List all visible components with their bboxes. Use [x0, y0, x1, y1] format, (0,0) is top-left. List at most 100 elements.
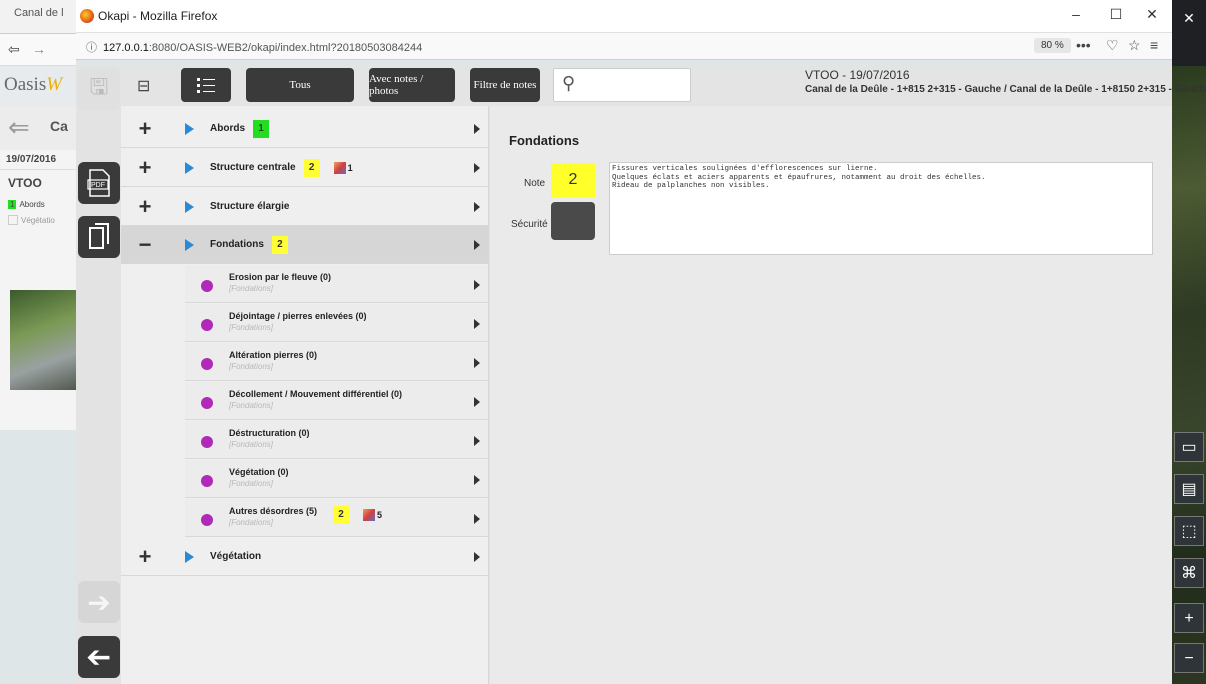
chevron-right-icon[interactable] [474, 239, 480, 250]
collapse-all-icon[interactable]: ⊟ [137, 76, 150, 96]
back-arrow-icon[interactable]: ⇦ [8, 41, 20, 58]
tree-item-structure-centrale[interactable]: + Structure centrale 2 1 [121, 149, 488, 187]
inspection-subtitle: Canal de la Deûle - 1+815 2+315 - Gauche… [805, 84, 1206, 95]
collapse-icon[interactable]: − [121, 232, 169, 258]
menu-icon[interactable]: ≡ [1150, 37, 1158, 53]
expand-icon[interactable]: + [121, 155, 169, 181]
map-comment-icon[interactable]: ▭ [1174, 432, 1204, 462]
subitem-parent: [Fondations] [229, 323, 274, 332]
chevron-right-icon[interactable] [474, 201, 480, 212]
subitem-erosion[interactable]: Erosion par le fleuve (0) [Fondations] [185, 265, 488, 303]
legend-vegetation: Végétatio [0, 213, 76, 227]
zoom-in-icon[interactable]: + [1174, 603, 1204, 633]
background-tab[interactable]: Canal de l [0, 0, 76, 34]
background-brand: OasisW [0, 66, 76, 106]
search-input[interactable]: ⚲ [553, 68, 691, 102]
note-badge: 1 [253, 119, 269, 138]
brand-text: Oasis [4, 74, 47, 95]
chevron-right-icon[interactable] [474, 123, 480, 134]
map-select-icon[interactable]: ⬚ [1174, 516, 1204, 546]
expand-icon[interactable]: + [121, 544, 169, 570]
filter-notes-button[interactable]: Filtre de notes [470, 68, 540, 102]
tree-item-label: Abords [210, 123, 245, 134]
chevron-right-icon[interactable] [474, 436, 480, 446]
subitem-label: Autres désordres (5) [229, 506, 318, 516]
back-button[interactable]: ➔ [78, 636, 120, 678]
expand-icon[interactable]: + [121, 116, 169, 142]
url-host: 127.0.0.1 [103, 42, 149, 54]
chevron-right-icon[interactable] [474, 358, 480, 368]
forward-arrow-icon[interactable]: → [32, 41, 46, 57]
chevron-right-icon[interactable] [474, 319, 480, 329]
play-icon[interactable] [185, 238, 194, 251]
copy-icon [89, 223, 109, 249]
filter-notes-photos-button[interactable]: Avec notes / photos [369, 68, 455, 102]
url-bar[interactable]: ⓘ 127.0.0.1:8080/OASIS-WEB2/okapi/index.h… [76, 33, 1172, 60]
chevron-right-icon[interactable] [474, 397, 480, 407]
comment-textarea[interactable]: Fissures verticales soulignées d'efflore… [609, 162, 1153, 255]
tree-item-fondations[interactable]: − Fondations 2 [121, 226, 488, 264]
map-panel[interactable]: ▭ ▤ ⬚ ⌘ + − [1172, 66, 1206, 684]
background-back-bar[interactable]: ⇐ Ca [0, 106, 76, 150]
tree-item-vegetation[interactable]: + Végétation [121, 538, 488, 576]
map-fit-icon[interactable]: ⌘ [1174, 558, 1204, 588]
maximize-button[interactable]: ☐ [1096, 6, 1136, 23]
subitem-label: Végétation (0) [229, 467, 289, 477]
brand-accent: W [46, 74, 63, 95]
map-notes-icon[interactable]: ▤ [1174, 474, 1204, 504]
subitem-parent: [Fondations] [229, 479, 274, 488]
subitem-autres-desordres[interactable]: Autres désordres (5) [Fondations] 2 5 [185, 499, 488, 537]
photo-count[interactable]: 5 [363, 509, 382, 521]
subitem-parent: [Fondations] [229, 362, 274, 371]
play-icon[interactable] [185, 200, 194, 213]
zoom-indicator[interactable]: 80 % [1034, 38, 1071, 53]
zoom-out-icon[interactable]: − [1174, 643, 1204, 673]
subitem-parent: [Fondations] [229, 284, 274, 293]
pdf-button[interactable]: PDF [78, 162, 120, 204]
tree-item-structure-elargie[interactable]: + Structure élargie [121, 188, 488, 226]
note-badge: 2 [303, 158, 320, 177]
info-icon: ⓘ [86, 42, 97, 54]
chevron-right-icon[interactable] [474, 162, 480, 173]
subitem-vegetation[interactable]: Végétation (0) [Fondations] [185, 460, 488, 498]
chevron-right-icon[interactable] [474, 551, 480, 562]
subitem-alteration[interactable]: Altération pierres (0) [Fondations] [185, 343, 488, 381]
app-sidebar: 🖫 PDF ➔ ➔ [76, 66, 121, 684]
tree-item-label: Structure centrale [210, 162, 296, 173]
url-text[interactable]: ⓘ 127.0.0.1:8080/OASIS-WEB2/okapi/index.h… [86, 39, 422, 55]
photo-count[interactable]: 1 [333, 161, 353, 174]
subitem-destructuration[interactable]: Déstructuration (0) [Fondations] [185, 421, 488, 459]
chevron-right-icon[interactable] [474, 280, 480, 290]
window-titlebar: Okapi - Mozilla Firefox – ☐ ✕ [76, 0, 1172, 33]
close-button[interactable]: ✕ [1132, 6, 1172, 23]
back-arrow-icon: ⇐ [8, 112, 30, 142]
chevron-right-icon[interactable] [474, 514, 480, 524]
minimize-button[interactable]: – [1056, 6, 1096, 22]
photo-icon [363, 509, 375, 521]
play-icon[interactable] [185, 550, 194, 563]
copy-button[interactable] [78, 216, 120, 258]
inspection-header: VTOO - 19/07/2016 Canal de la Deûle - 1+… [805, 68, 1206, 95]
tree-item-abords[interactable]: + Abords 1 [121, 110, 488, 148]
status-dot-icon [201, 397, 213, 409]
filter-all-button[interactable]: Tous [246, 68, 354, 102]
close-icon[interactable]: ✕ [1183, 10, 1195, 26]
subitem-decollement[interactable]: Décollement / Mouvement différentiel (0)… [185, 382, 488, 420]
subitem-dejointage[interactable]: Déjointage / pierres enlevées (0) [Fonda… [185, 304, 488, 342]
pocket-icon[interactable]: ♡ [1106, 37, 1119, 54]
subitem-label: Erosion par le fleuve (0) [229, 272, 332, 282]
photo-count-value: 5 [377, 510, 383, 520]
expand-icon[interactable]: + [121, 194, 169, 220]
right-window-bar: ✕ [1172, 0, 1206, 66]
note-value-button[interactable]: 2 [551, 163, 595, 197]
more-actions-icon[interactable]: ••• [1076, 37, 1091, 53]
play-icon[interactable] [185, 161, 194, 174]
securite-value-button[interactable] [551, 202, 595, 240]
save-button[interactable]: 🖫 [78, 68, 120, 110]
chevron-right-icon[interactable] [474, 475, 480, 485]
bookmark-star-icon[interactable]: ☆ [1128, 37, 1141, 54]
play-icon[interactable] [185, 122, 194, 135]
list-view-button[interactable] [181, 68, 231, 102]
search-icon: ⚲ [562, 73, 576, 93]
next-button[interactable]: ➔ [78, 581, 120, 623]
